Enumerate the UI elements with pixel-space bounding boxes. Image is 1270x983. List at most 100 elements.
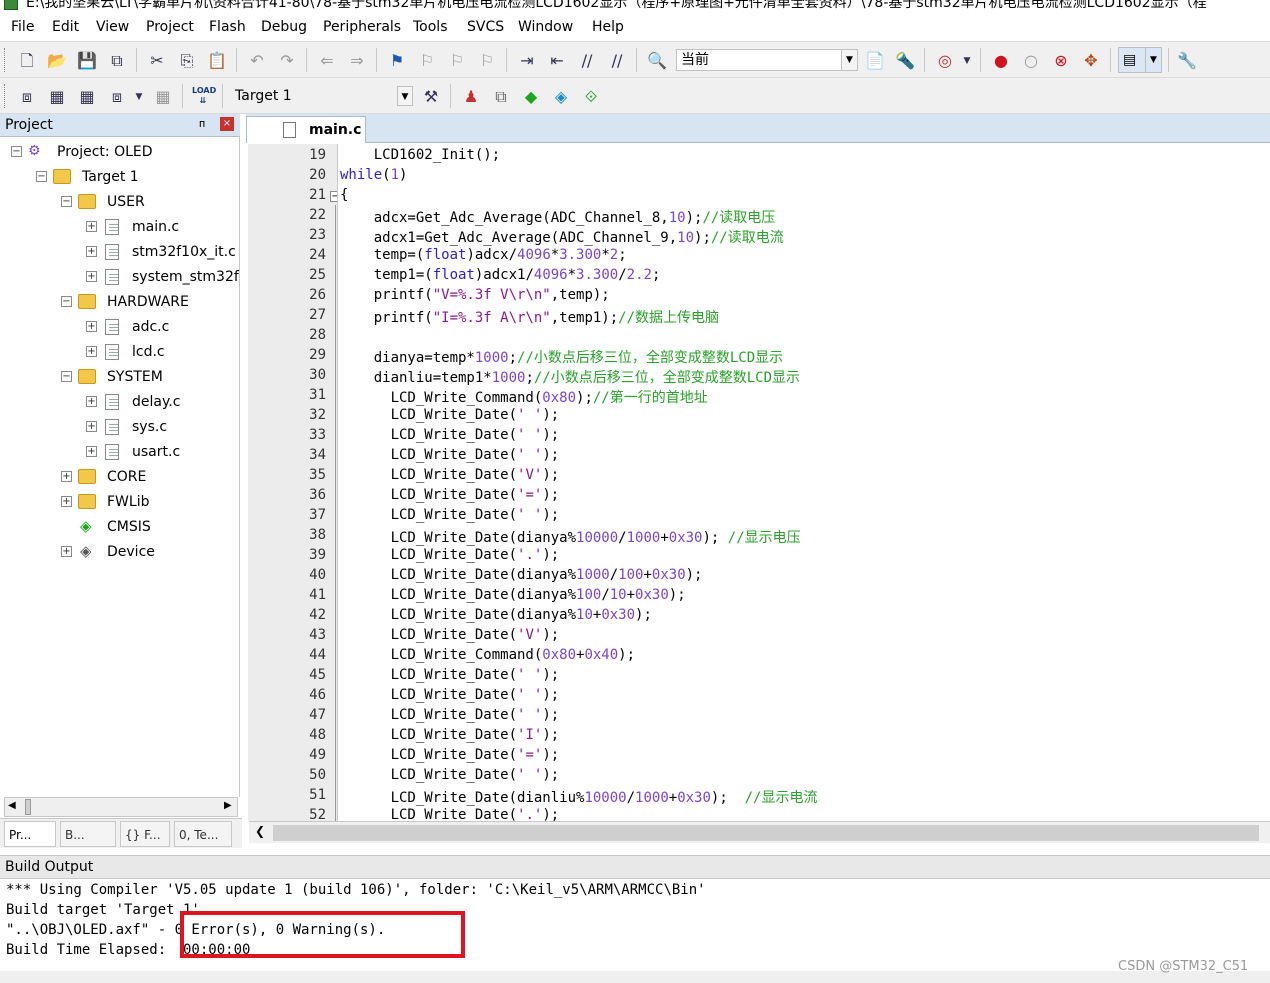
- indent-icon[interactable]: ⇥: [516, 50, 538, 72]
- disable-all-breakpoints-icon[interactable]: ✥: [1080, 50, 1102, 72]
- chevron-down-icon[interactable]: ▼: [956, 50, 978, 72]
- save-all-icon[interactable]: ⧉: [106, 50, 128, 72]
- menu-tools[interactable]: Tools: [413, 19, 448, 35]
- tab-templates[interactable]: 0, Te...: [174, 821, 232, 847]
- editor-horizontal-scrollbar[interactable]: ❮: [249, 821, 1270, 843]
- unindent-icon[interactable]: ⇤: [546, 50, 568, 72]
- menu-debug[interactable]: Debug: [261, 19, 307, 35]
- save-icon[interactable]: 💾: [76, 50, 98, 72]
- nav-forward-icon[interactable]: ⇒: [346, 50, 368, 72]
- configure-icon[interactable]: 🔧: [1176, 50, 1198, 72]
- expand-icon[interactable]: +: [86, 246, 97, 257]
- expand-icon[interactable]: +: [86, 271, 97, 282]
- expand-icon[interactable]: +: [86, 321, 97, 332]
- menu-peripherals[interactable]: Peripherals: [323, 19, 401, 35]
- tree-horizontal-scrollbar[interactable]: ◀ ▶: [4, 797, 238, 817]
- next-bookmark-icon[interactable]: ⚐: [446, 50, 468, 72]
- scroll-thumb[interactable]: [273, 825, 1259, 841]
- collapse-icon[interactable]: −: [61, 296, 72, 307]
- incremental-find-icon[interactable]: 🔦: [894, 50, 916, 72]
- select-packs-icon[interactable]: ◈: [550, 86, 572, 108]
- tab-books[interactable]: B...: [60, 821, 116, 847]
- copy-icon[interactable]: ⎘: [176, 50, 198, 72]
- kill-breakpoints-icon[interactable]: ⊗: [1050, 50, 1072, 72]
- menu-help[interactable]: Help: [592, 19, 624, 35]
- menu-project[interactable]: Project: [146, 19, 194, 35]
- collapse-icon[interactable]: −: [11, 146, 22, 157]
- build-icon[interactable]: ▦: [46, 86, 68, 108]
- bookmark-icon[interactable]: ⚑: [386, 50, 408, 72]
- tab-main-c[interactable]: main.c: [246, 116, 366, 143]
- prev-bookmark-icon[interactable]: ⚐: [416, 50, 438, 72]
- clear-bookmarks-icon[interactable]: ⚐: [476, 50, 498, 72]
- scroll-left-icon[interactable]: ❮: [255, 824, 265, 838]
- chevron-down-icon[interactable]: ▼: [1145, 48, 1161, 72]
- collapse-icon[interactable]: −: [36, 171, 47, 182]
- expand-icon[interactable]: +: [61, 546, 72, 557]
- expand-icon[interactable]: +: [86, 446, 97, 457]
- scroll-right-icon[interactable]: ▶: [224, 800, 232, 811]
- batch-build-icon[interactable]: ⧈: [106, 86, 128, 108]
- undo-icon[interactable]: ↶: [246, 50, 268, 72]
- build-output-title: Build Output: [5, 859, 94, 875]
- find-in-files-icon[interactable]: 🔍: [646, 50, 668, 72]
- cut-icon[interactable]: ✂: [146, 50, 168, 72]
- expand-icon[interactable]: +: [86, 346, 97, 357]
- tab-functions[interactable]: {} F...: [120, 821, 170, 847]
- menu-svcs[interactable]: SVCS: [467, 19, 504, 35]
- expand-icon[interactable]: +: [61, 496, 72, 507]
- pack-installer-icon[interactable]: ⟐: [580, 86, 602, 108]
- chevron-down-icon[interactable]: ▼: [397, 86, 413, 106]
- scroll-left-icon[interactable]: ◀: [8, 800, 16, 811]
- pin-icon[interactable]: ᴨ: [199, 117, 205, 130]
- line-number: 47: [309, 707, 326, 723]
- new-file-icon[interactable]: 🗋: [16, 50, 38, 72]
- translate-icon[interactable]: ⧈: [16, 86, 38, 108]
- output-horizontal-scrollbar[interactable]: [0, 971, 1270, 983]
- target-combo[interactable]: Target 1 ▼: [230, 85, 414, 107]
- file-icon: [105, 419, 119, 435]
- code-line: {: [340, 187, 349, 203]
- tree-label: USER: [107, 194, 145, 210]
- expand-icon[interactable]: +: [86, 421, 97, 432]
- menu-flash[interactable]: Flash: [209, 19, 246, 35]
- find-combo[interactable]: 当前 ▼: [676, 49, 858, 71]
- download-load-icon[interactable]: LOAD ⇊: [192, 86, 216, 108]
- redo-icon[interactable]: ↷: [276, 50, 298, 72]
- code-editor[interactable]: LCD1602_Init(); while(1) { adcx=Get_Adc_Av…: [340, 144, 1270, 821]
- rebuild-icon[interactable]: ▦: [76, 86, 98, 108]
- menu-view[interactable]: View: [96, 19, 129, 35]
- disable-breakpoint-icon[interactable]: ○: [1020, 50, 1042, 72]
- window-layout-button[interactable]: ▤ ▼: [1118, 47, 1162, 73]
- manage-run-time-environment-icon[interactable]: ◆: [520, 86, 542, 108]
- line-number: 37: [309, 507, 326, 523]
- open-file-icon[interactable]: 📂: [46, 50, 68, 72]
- target-options-icon[interactable]: ⚒: [420, 86, 442, 108]
- tab-project[interactable]: Pr...: [4, 821, 56, 847]
- menu-window[interactable]: Window: [518, 19, 573, 35]
- fold-collapse-icon[interactable]: −: [330, 191, 337, 202]
- close-icon[interactable]: ×: [220, 117, 234, 131]
- uncomment-icon[interactable]: //: [606, 50, 628, 72]
- file-extensions-icon[interactable]: ⧉: [490, 86, 512, 108]
- collapse-icon[interactable]: −: [61, 196, 72, 207]
- code-line: printf("I=%.3f A\r\n",temp1);//数据上传电脑: [340, 310, 720, 326]
- menu-edit[interactable]: Edit: [52, 19, 79, 35]
- code-line: LCD_Write_Date(' ');: [340, 687, 560, 703]
- paste-icon[interactable]: 📋: [206, 50, 228, 72]
- debug-session-icon[interactable]: ◎: [934, 50, 956, 72]
- nav-back-icon[interactable]: ⇐: [316, 50, 338, 72]
- scroll-thumb[interactable]: [25, 799, 31, 815]
- expand-icon[interactable]: +: [61, 471, 72, 482]
- stop-build-icon[interactable]: ▦: [152, 86, 174, 108]
- manage-project-items-icon[interactable]: ♟: [460, 86, 482, 108]
- find-icon[interactable]: 📄: [864, 50, 886, 72]
- chevron-down-icon[interactable]: ▼: [841, 50, 857, 70]
- comment-icon[interactable]: //: [576, 50, 598, 72]
- menu-file[interactable]: File: [11, 19, 34, 35]
- expand-icon[interactable]: +: [86, 221, 97, 232]
- expand-icon[interactable]: +: [86, 396, 97, 407]
- breakpoint-icon[interactable]: ●: [990, 50, 1012, 72]
- chevron-down-icon[interactable]: ▼: [128, 86, 150, 108]
- collapse-icon[interactable]: −: [61, 371, 72, 382]
